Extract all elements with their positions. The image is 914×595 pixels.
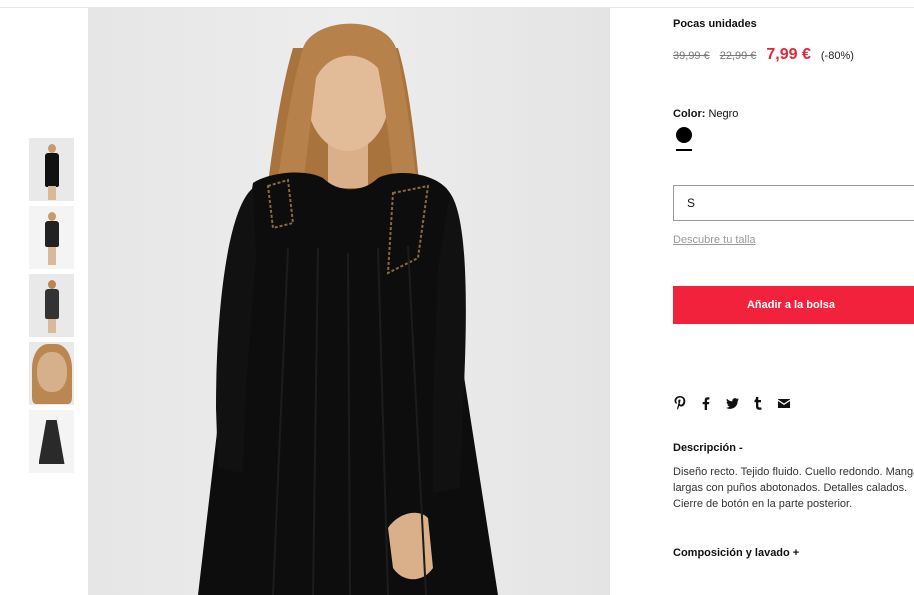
thumb-figure-dress	[44, 289, 59, 319]
color-selector-label: Color: Negro	[673, 108, 738, 120]
thumbnail-full-length[interactable]	[29, 206, 74, 269]
main-product-image[interactable]	[88, 8, 610, 595]
tumblr-icon[interactable]	[751, 396, 765, 410]
current-price: 7,99 €	[766, 46, 811, 63]
swatch-selected-indicator	[676, 149, 692, 151]
pinterest-icon[interactable]	[673, 396, 687, 410]
color-value: Negro	[708, 108, 739, 120]
thumb-figure-legs	[47, 319, 56, 333]
thumbnail-back[interactable]	[29, 274, 74, 337]
twitter-icon[interactable]	[725, 396, 739, 410]
thumbnail-front[interactable]	[29, 138, 74, 201]
description-text: Diseño recto. Tejido fluido. Cuello redo…	[673, 466, 914, 510]
product-info-panel: Pocas unidades 39,99 € 22,99 € 7,99 € (-…	[673, 0, 914, 595]
thumb-figure-dress	[44, 221, 59, 247]
thumb-figure-head	[47, 280, 56, 289]
thumb-flat-dress	[38, 420, 65, 464]
thumbnail-gallery	[29, 138, 74, 478]
thumbnail-flat[interactable]	[29, 410, 74, 473]
add-to-bag-button[interactable]: Añadir a la bolsa	[673, 286, 914, 324]
original-price: 39,99 €	[673, 50, 710, 62]
color-swatch-black[interactable]	[676, 127, 692, 143]
composition-toggle[interactable]: Composición y lavado +	[673, 547, 799, 559]
price-row: 39,99 € 22,99 € 7,99 € (-80%)	[673, 46, 854, 64]
thumb-face	[36, 352, 67, 392]
stock-status: Pocas unidades	[673, 18, 757, 30]
share-icons	[673, 396, 791, 410]
discount-badge: (-80%)	[820, 50, 854, 62]
thumb-figure-legs	[47, 247, 56, 265]
email-icon[interactable]	[777, 396, 791, 410]
thumb-figure-head	[47, 212, 56, 221]
size-guide-link[interactable]: Descubre tu talla	[673, 234, 756, 246]
facebook-icon[interactable]	[699, 396, 713, 410]
thumbnail-detail[interactable]	[29, 342, 74, 405]
thumb-figure-dress	[44, 153, 59, 187]
thumb-figure-head	[47, 144, 56, 153]
color-label: Color:	[673, 108, 706, 120]
model-illustration	[198, 23, 498, 595]
description-toggle[interactable]: Descripción -	[673, 442, 743, 454]
previous-price: 22,99 €	[719, 50, 757, 62]
thumb-figure-legs	[47, 186, 56, 200]
size-select[interactable]: S	[673, 185, 914, 221]
size-selected-value: S	[687, 196, 696, 210]
